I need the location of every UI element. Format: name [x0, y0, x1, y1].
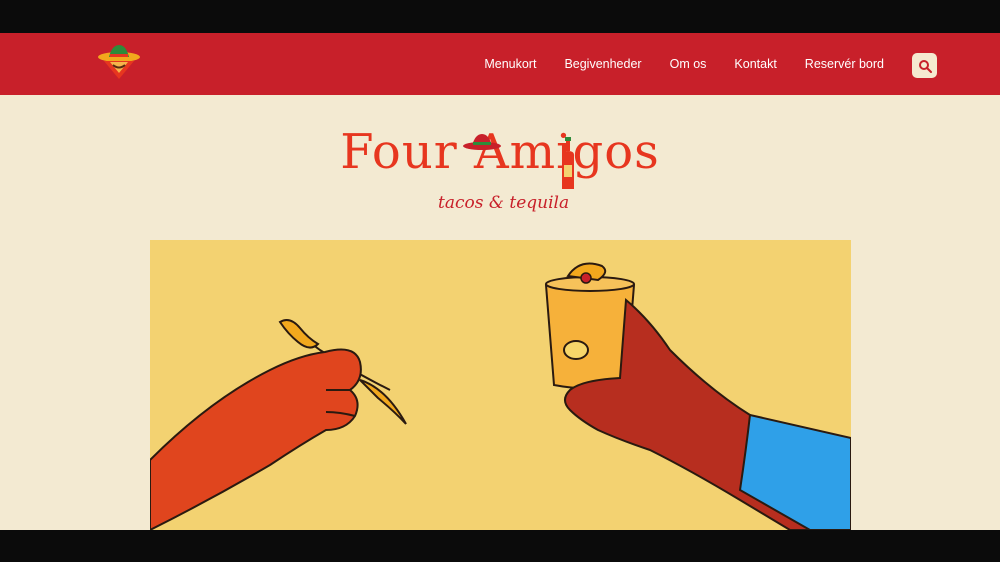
nav-item-reserver-bord[interactable]: Reservér bord	[805, 57, 884, 71]
nav-item-kontakt[interactable]: Kontakt	[734, 57, 776, 71]
nav-item-menukort[interactable]: Menukort	[484, 57, 536, 71]
sombrero-icon	[463, 134, 501, 150]
screen-frame: Menukort Begivenheder Om os Kontakt Rese…	[0, 0, 1000, 562]
hero-illustration	[150, 240, 851, 530]
nav-item-begivenheder[interactable]: Begivenheder	[564, 57, 641, 71]
search-button[interactable]	[912, 53, 937, 78]
hero-artwork	[150, 262, 851, 530]
main-nav: Menukort Begivenheder Om os Kontakt Rese…	[484, 33, 884, 95]
nav-item-om-os[interactable]: Om os	[670, 57, 707, 71]
site-header: Menukort Begivenheder Om os Kontakt Rese…	[0, 33, 1000, 95]
website: Menukort Begivenheder Om os Kontakt Rese…	[0, 33, 1000, 530]
brand-tagline: tacos & tequila	[438, 193, 570, 213]
search-icon	[918, 59, 932, 73]
tequila-bottle-icon	[562, 137, 574, 189]
sombrero-logo-icon[interactable]	[96, 43, 142, 83]
